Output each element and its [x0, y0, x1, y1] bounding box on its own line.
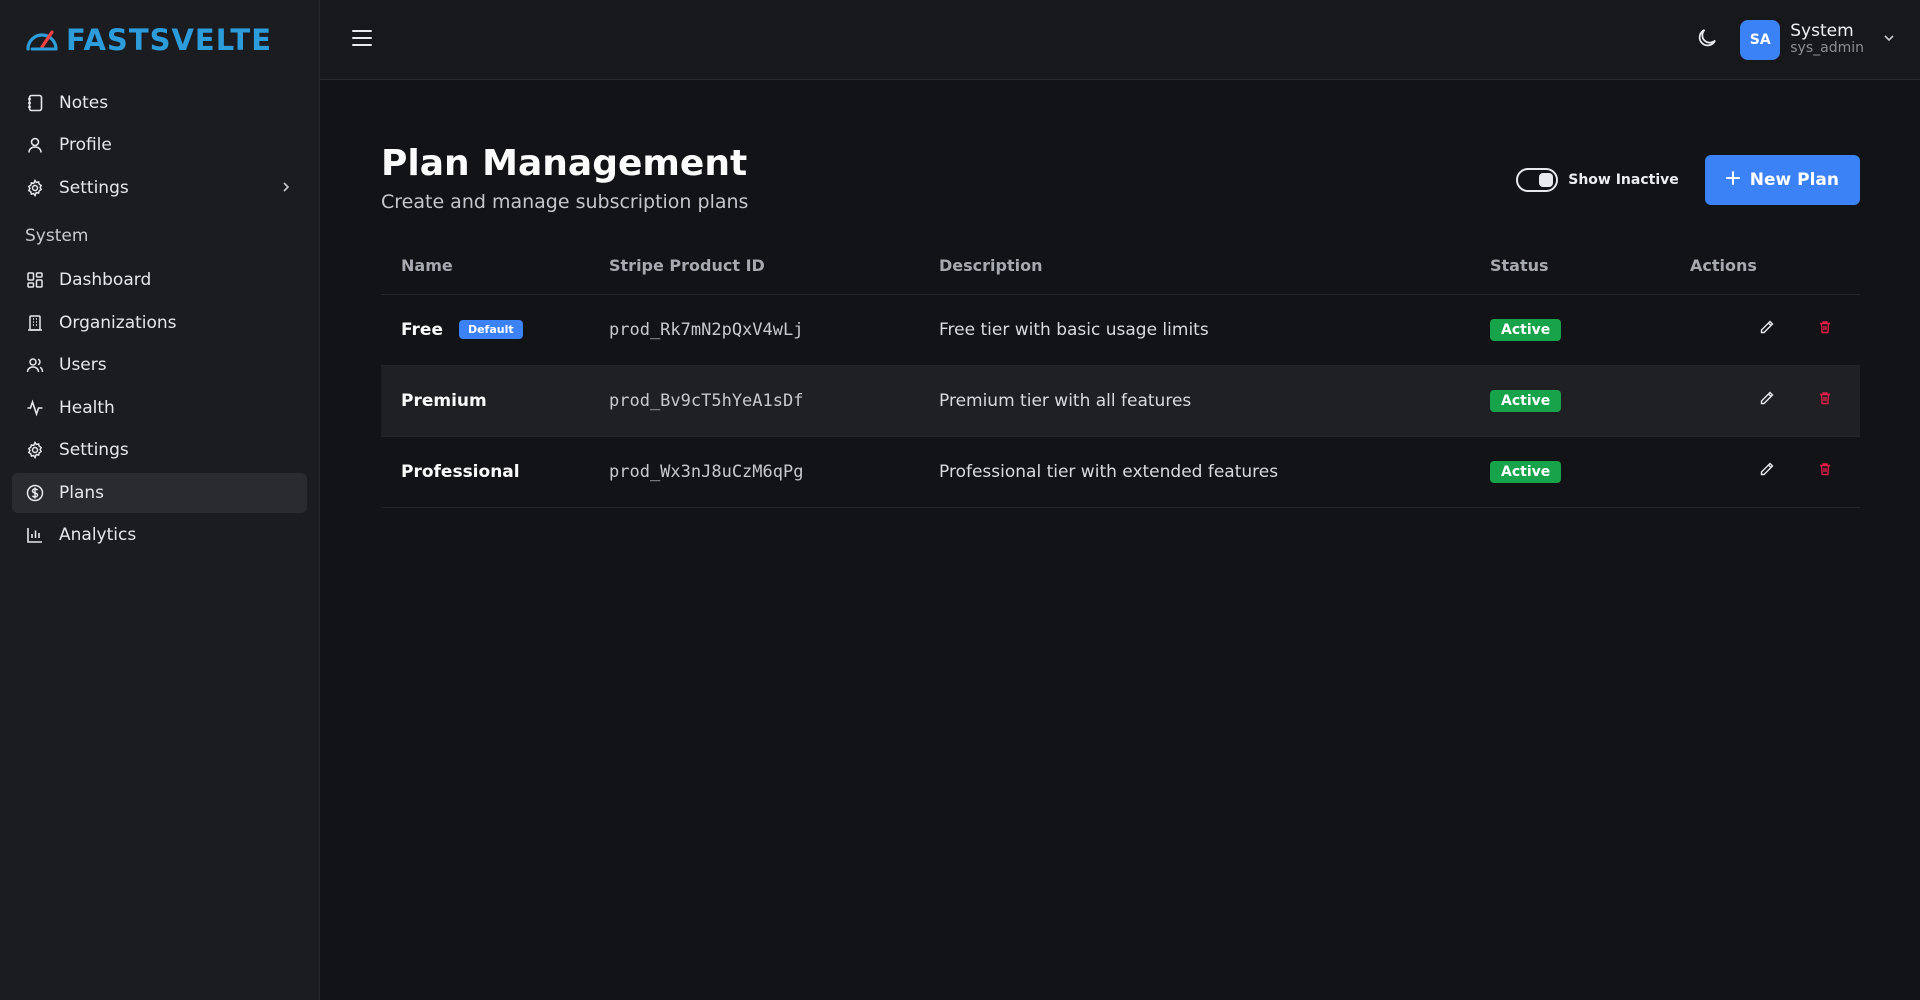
brand-logo[interactable]: FASTSVELTE	[12, 0, 307, 80]
plan-description: Premium tier with all features	[939, 365, 1490, 437]
main-area: SA System sys_admin Plan Management Crea…	[320, 0, 1920, 1000]
trash-icon	[1817, 390, 1833, 411]
sidebar-item-system-settings[interactable]: Settings	[12, 430, 307, 470]
section-label-system: System	[25, 225, 89, 246]
status-badge: Active	[1490, 318, 1562, 341]
sidebar-item-notes[interactable]: Notes	[12, 83, 307, 123]
sidebar-item-settings[interactable]: Settings	[12, 168, 307, 208]
pencil-icon	[1759, 461, 1775, 482]
chevron-right-icon	[279, 179, 293, 199]
sidebar-item-label: Health	[59, 397, 115, 418]
chevron-down-icon	[1882, 30, 1896, 49]
show-inactive-toggle[interactable]: Show Inactive	[1516, 168, 1679, 192]
sidebar-item-label: Users	[59, 355, 107, 375]
default-badge: Default	[458, 320, 523, 340]
toggle-switch[interactable]	[1516, 168, 1559, 192]
delete-button[interactable]	[1814, 461, 1836, 483]
status-badge: Active	[1490, 389, 1562, 412]
pencil-icon	[1759, 390, 1775, 411]
product-id: prod_Wx3nJ8uCzM6qPg	[609, 436, 939, 508]
trash-icon	[1817, 461, 1833, 482]
topbar-actions: SA System sys_admin	[1692, 19, 1896, 60]
sidebar-item-profile[interactable]: Profile	[12, 125, 307, 165]
product-id: prod_Bv9cT5hYeA1sDf	[609, 365, 939, 437]
sidebar-item-label: Dashboard	[59, 270, 152, 290]
header-actions: Show Inactive New Plan	[1516, 155, 1860, 205]
column-header-description: Description	[939, 237, 1490, 295]
hamburger-icon	[351, 29, 373, 51]
sidebar-item-label: Settings	[59, 177, 129, 198]
sidebar-item-dashboard[interactable]: Dashboard	[12, 260, 307, 300]
sidebar-item-plans[interactable]: Plans	[12, 472, 307, 513]
edit-button[interactable]	[1756, 319, 1778, 341]
plan-name: Free	[401, 319, 443, 340]
table-row[interactable]: Premium prod_Bv9cT5hYeA1sDf Premium tier…	[381, 365, 1860, 437]
page-subtitle: Create and manage subscription plans	[381, 191, 749, 214]
new-plan-label: New Plan	[1749, 170, 1839, 190]
sidebar: FASTSVELTE Notes Profile Settings System…	[0, 0, 320, 1000]
gear-icon	[25, 440, 45, 460]
pencil-icon	[1759, 319, 1775, 340]
page-title: Plan Management	[381, 143, 748, 184]
user-handle: sys_admin	[1790, 40, 1864, 57]
building-icon	[25, 313, 45, 333]
dollar-circle-icon	[25, 483, 45, 503]
column-header-actions: Actions	[1690, 237, 1860, 295]
dashboard-icon	[25, 270, 45, 290]
sidebar-item-label: Organizations	[59, 312, 177, 333]
bar-chart-icon	[25, 525, 45, 545]
page-content: Plan Management Create and manage subscr…	[320, 80, 1920, 508]
sidebar-item-label: Analytics	[59, 525, 137, 545]
gear-icon	[25, 178, 45, 198]
toggle-label: Show Inactive	[1568, 172, 1679, 188]
table-row[interactable]: Free Default prod_Rk7mN2pQxV4wLj Free tie…	[381, 294, 1860, 366]
trash-icon	[1817, 319, 1833, 340]
topbar: SA System sys_admin	[320, 0, 1920, 80]
column-header-status: Status	[1490, 237, 1690, 295]
sidebar-item-label: Notes	[59, 92, 109, 113]
page-header: Plan Management Create and manage subscr…	[381, 140, 1860, 213]
sidebar-item-users[interactable]: Users	[12, 345, 307, 385]
brand-name: FASTSVELTE	[66, 23, 273, 57]
table-row[interactable]: Professional prod_Wx3nJ8uCzM6qPg Profess…	[381, 436, 1860, 508]
sidebar-item-organizations[interactable]: Organizations	[12, 303, 307, 343]
toggle-knob	[1539, 173, 1554, 187]
speedometer-icon	[24, 23, 60, 57]
theme-toggle-button[interactable]	[1692, 25, 1722, 55]
user-info: System sys_admin	[1790, 21, 1864, 57]
moon-icon	[1696, 27, 1718, 53]
plan-description: Professional tier with extended features	[939, 436, 1490, 508]
sidebar-item-health[interactable]: Health	[12, 388, 307, 428]
plan-name: Professional	[401, 461, 520, 482]
menu-toggle-button[interactable]	[344, 22, 380, 58]
users-icon	[25, 355, 45, 375]
plan-description: Free tier with basic usage limits	[939, 294, 1490, 366]
table-header-row: Name Stripe Product ID Description Statu…	[381, 237, 1860, 295]
column-header-name: Name	[381, 237, 609, 295]
plans-table: Name Stripe Product ID Description Statu…	[381, 237, 1860, 508]
sidebar-item-label: Settings	[59, 440, 129, 460]
delete-button[interactable]	[1814, 319, 1836, 341]
notebook-icon	[25, 93, 45, 113]
sidebar-item-analytics[interactable]: Analytics	[12, 515, 307, 555]
edit-button[interactable]	[1756, 390, 1778, 412]
nav-system: Dashboard Organizations Users Health Set…	[12, 260, 307, 555]
plus-icon	[1725, 170, 1740, 190]
avatar: SA	[1740, 19, 1781, 60]
user-name: System	[1790, 21, 1854, 42]
column-header-product-id: Stripe Product ID	[609, 237, 939, 295]
edit-button[interactable]	[1756, 461, 1778, 483]
sidebar-item-label: Profile	[59, 135, 112, 155]
delete-button[interactable]	[1814, 390, 1836, 412]
user-icon	[25, 135, 45, 155]
product-id: prod_Rk7mN2pQxV4wLj	[609, 294, 939, 366]
new-plan-button[interactable]: New Plan	[1704, 155, 1860, 205]
user-menu[interactable]: SA System sys_admin	[1740, 19, 1896, 60]
status-badge: Active	[1490, 460, 1562, 483]
sidebar-item-label: Plans	[59, 482, 105, 503]
nav-main: Notes Profile Settings	[12, 83, 307, 208]
activity-icon	[25, 398, 45, 418]
plan-name: Premium	[401, 390, 487, 411]
